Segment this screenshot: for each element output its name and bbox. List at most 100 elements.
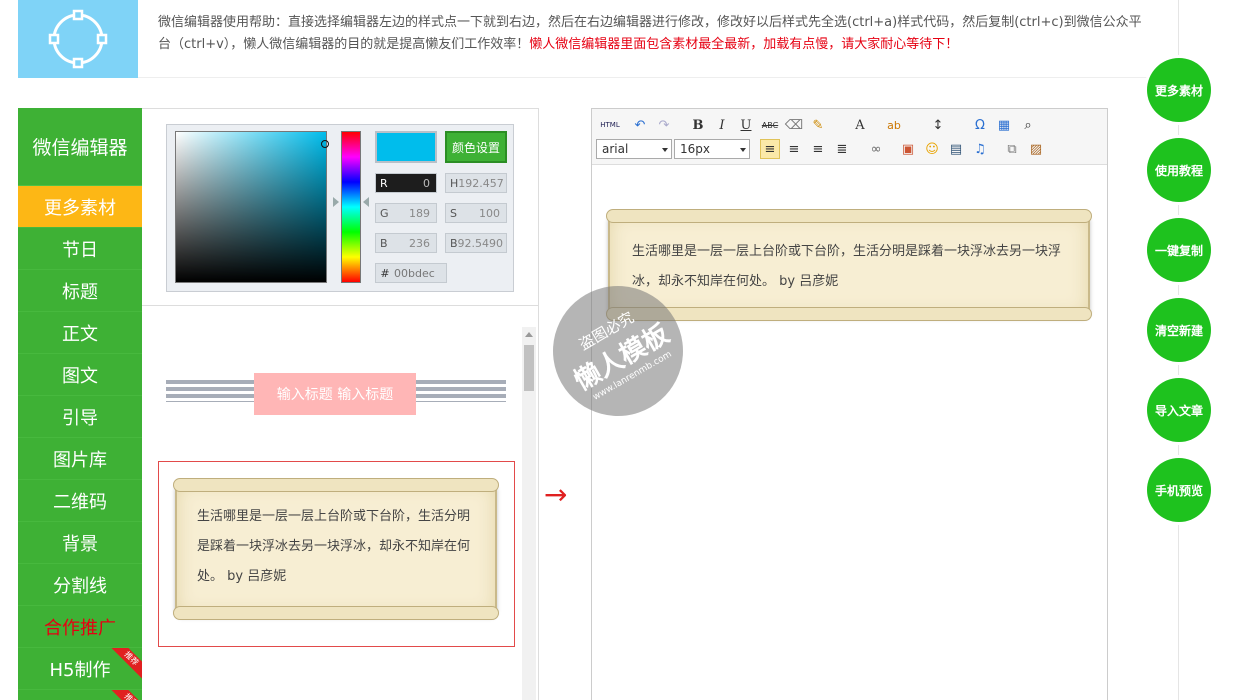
music-icon[interactable]: ♫ [970, 139, 990, 159]
title-template[interactable]: 输入标题 输入标题 [166, 373, 506, 421]
format-brush-icon[interactable]: ✎ [808, 115, 828, 135]
brightness-label: B [450, 236, 458, 250]
sidebar-item-holidays[interactable]: 节日 [18, 228, 142, 270]
sidebar-item-titles[interactable]: 标题 [18, 270, 142, 312]
style-panel: 颜色设置 R0 H 192.457 G 189 S 100 B 236 B 92.5490… [142, 108, 539, 700]
logo[interactable] [18, 0, 138, 78]
s-field[interactable]: S 100 [445, 203, 507, 223]
emoji-icon[interactable]: ☺ [922, 139, 942, 159]
sidebar-item-h5[interactable]: H5制作 推荐 [18, 648, 142, 690]
mobile-preview-button[interactable]: 手机预览 [1147, 458, 1211, 522]
b-label: B [380, 236, 388, 250]
undo-icon[interactable]: ↶ [630, 115, 650, 135]
font-family-select[interactable]: arial [596, 139, 672, 159]
sidebar-item-label: 正文 [62, 323, 98, 345]
r-field[interactable]: R0 [375, 173, 437, 193]
g-field[interactable]: G 189 [375, 203, 437, 223]
font-size-value: 16px [680, 142, 710, 156]
highlight-icon[interactable]: ab [884, 115, 904, 135]
sidebar-item-body[interactable]: 正文 [18, 312, 142, 354]
scroll-template[interactable]: 生活哪里是一层一层上台阶或下台阶，生活分明是踩着一块浮冰去另一块浮冰，却永不知岸… [158, 461, 515, 647]
special-char-icon[interactable]: Ω [970, 115, 990, 135]
sidebar-item-label: 合作推广 [44, 617, 116, 639]
hex-value: 00bdec [394, 266, 435, 280]
scroll-template-text: 生活哪里是一层一层上台阶或下台阶，生活分明是踩着一块浮冰去另一块浮冰，却永不知岸… [197, 509, 471, 584]
sidebar-item-label: 图片库 [53, 449, 107, 471]
sidebar-item-background[interactable]: 背景 [18, 522, 142, 564]
sidebar-item-partnership[interactable]: 合作推广 [18, 606, 142, 648]
color-cursor[interactable] [321, 140, 329, 148]
clear-new-button[interactable]: 清空新建 [1147, 298, 1211, 362]
chevron-down-icon [662, 148, 668, 152]
italic-button[interactable]: I [712, 115, 732, 135]
template-icon[interactable]: ⧉ [1002, 139, 1022, 159]
h-field[interactable]: H 192.457 [445, 173, 507, 193]
scroll-up-icon[interactable] [525, 332, 533, 337]
font-color-button[interactable]: A [850, 115, 870, 135]
video-icon[interactable]: ▤ [946, 139, 966, 159]
brightness-value: 92.5490 [457, 236, 504, 250]
circle-nodes-icon [48, 9, 108, 69]
search-icon[interactable]: ⌕ [1018, 115, 1038, 135]
eraser-icon[interactable]: ⌫ [784, 115, 804, 135]
sidebar-brand: 微信编辑器 [18, 108, 142, 186]
hue-arrow-left-icon [333, 197, 339, 207]
sidebar-item-label: 背景 [62, 533, 98, 555]
paste-icon[interactable]: ▨ [1026, 139, 1046, 159]
sidebar-item-label: 节日 [62, 239, 98, 261]
html-source-button[interactable]: HTML [598, 115, 622, 135]
align-left-icon[interactable]: ≡ [760, 139, 780, 159]
scroll-paper: 生活哪里是一层一层上台阶或下台阶，生活分明是踩着一块浮冰去另一块浮冰，却永不知岸… [173, 478, 499, 620]
sidebar-item-label: 更多素材 [44, 197, 116, 219]
sidebar-item-extra[interactable]: 推荐 [18, 690, 142, 700]
editor-toolbar: HTML ↶ ↷ B I U ABC ⌫ ✎ A ab ↕ Ω ▦ ⌕ aria… [592, 109, 1107, 165]
image-icon[interactable]: ▣ [898, 139, 918, 159]
font-size-select[interactable]: 16px [674, 139, 750, 159]
panel-scrollbar[interactable] [522, 327, 536, 700]
table-icon[interactable]: ▦ [994, 115, 1014, 135]
import-article-button[interactable]: 导入文章 [1147, 378, 1211, 442]
sidebar-item-image-text[interactable]: 图文 [18, 354, 142, 396]
sidebar-item-divider[interactable]: 分割线 [18, 564, 142, 606]
sidebar-item-guide[interactable]: 引导 [18, 396, 142, 438]
sidebar-item-image-library[interactable]: 图片库 [18, 438, 142, 480]
sidebar-item-qrcode[interactable]: 二维码 [18, 480, 142, 522]
h-label: H [450, 176, 459, 190]
sidebar-item-label: 标题 [62, 281, 98, 303]
tutorial-button[interactable]: 使用教程 [1147, 138, 1211, 202]
g-label: G [380, 206, 389, 220]
sidebar-item-label: 二维码 [53, 491, 107, 513]
copy-all-button[interactable]: 一键复制 [1147, 218, 1211, 282]
redo-icon[interactable]: ↷ [654, 115, 674, 135]
editor-scroll-content[interactable]: 生活哪里是一层一层上台阶或下台阶，生活分明是踩着一块浮冰去另一块浮冰，却永不知岸… [606, 209, 1092, 321]
more-materials-button[interactable]: 更多素材 [1147, 58, 1211, 122]
r-label: R [380, 176, 388, 190]
editor-content-text: 生活哪里是一层一层上台阶或下台阶，生活分明是踩着一块浮冰去另一块浮冰，却永不知岸… [632, 244, 1062, 289]
underline-button[interactable]: U [736, 115, 756, 135]
category-sidebar: 微信编辑器 更多素材 节日 标题 正文 图文 引导 图片库 二维码 背景 分割线… [18, 108, 142, 700]
panel-divider [142, 305, 538, 306]
align-justify-icon[interactable]: ≣ [832, 139, 852, 159]
help-banner: 微信编辑器使用帮助：直接选择编辑器左边的样式点一下就到右边，然后在右边编辑器进行… [138, 0, 1168, 78]
line-height-icon[interactable]: ↕ [928, 115, 948, 135]
align-right-icon[interactable]: ≡ [808, 139, 828, 159]
sidebar-item-more-materials[interactable]: 更多素材 [18, 186, 142, 228]
link-icon[interactable]: ∞ [866, 139, 886, 159]
color-swatch [375, 131, 437, 163]
color-settings-button[interactable]: 颜色设置 [445, 131, 507, 163]
saturation-value-field[interactable] [175, 131, 329, 283]
bold-button[interactable]: B [688, 115, 708, 135]
sidebar-item-label: 分割线 [53, 575, 107, 597]
b-field[interactable]: B 236 [375, 233, 437, 253]
rich-text-editor: HTML ↶ ↷ B I U ABC ⌫ ✎ A ab ↕ Ω ▦ ⌕ aria… [591, 108, 1108, 700]
strikethrough-button[interactable]: ABC [760, 115, 780, 135]
brightness-field[interactable]: B 92.5490 [445, 233, 507, 253]
hex-field[interactable]: #00bdec [375, 263, 447, 283]
scroll-thumb[interactable] [524, 345, 534, 391]
sidebar-item-label: 图文 [62, 365, 98, 387]
hue-arrow-right-icon [363, 197, 369, 207]
hex-label: # [380, 266, 390, 280]
align-center-icon[interactable]: ≡ [784, 139, 804, 159]
font-family-value: arial [602, 142, 629, 156]
hue-slider[interactable] [341, 131, 361, 283]
